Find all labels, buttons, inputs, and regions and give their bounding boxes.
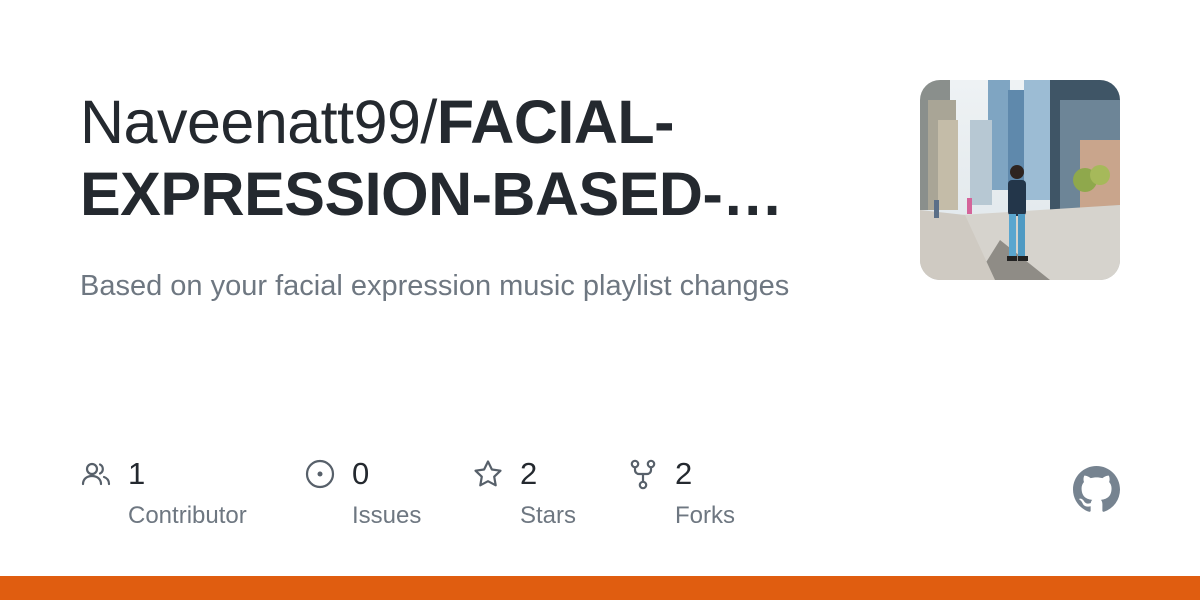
issue-opened-icon	[305, 459, 335, 489]
repo-forked-icon	[630, 459, 656, 490]
star-icon	[474, 460, 502, 487]
issues-label: Issues	[352, 502, 422, 529]
owner-avatar	[920, 80, 1120, 280]
repo-description: Based on your facial expression music pl…	[80, 270, 790, 302]
stars-label: Stars	[520, 502, 577, 529]
forks-label: Forks	[675, 502, 735, 529]
contributors-count: 1	[128, 456, 146, 491]
repo-title: Naveenatt99/FACIAL-EXPRESSION-BASED-…	[80, 86, 810, 230]
issues-count: 0	[352, 456, 370, 491]
forks-count: 2	[675, 456, 693, 491]
contributors-label: Contributor	[128, 502, 247, 529]
github-logo-icon[interactable]	[1073, 466, 1120, 513]
stars-count: 2	[520, 456, 538, 491]
people-icon	[81, 462, 111, 486]
repo-owner: Naveenatt99/	[80, 88, 437, 156]
language-color-bar	[0, 576, 1200, 600]
repo-social-card: Naveenatt99/FACIAL-EXPRESSION-BASED-… Ba…	[0, 0, 1200, 600]
